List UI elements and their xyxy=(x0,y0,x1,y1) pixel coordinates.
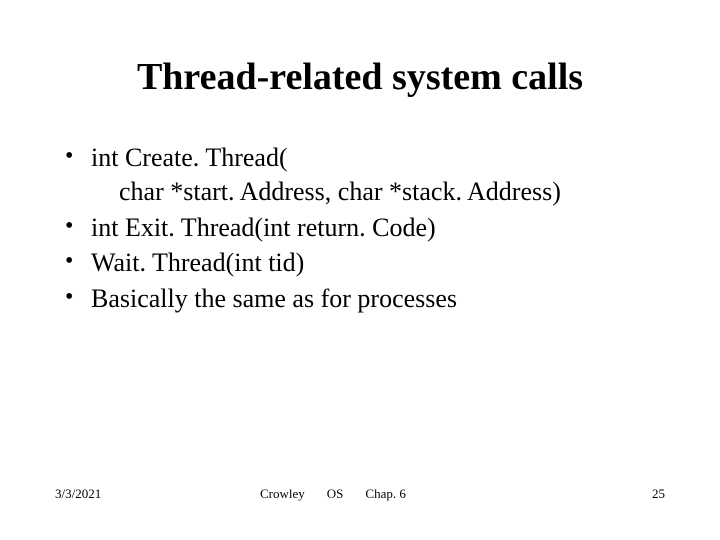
footer-page-number: 25 xyxy=(652,486,665,502)
bullet-text: int Create. Thread( xyxy=(91,143,288,172)
list-item: Wait. Thread(int tid) xyxy=(63,246,665,280)
bullet-text-continuation: char *start. Address, char *stack. Addre… xyxy=(91,175,665,209)
bullet-text: int Exit. Thread(int return. Code) xyxy=(91,213,436,242)
list-item: int Create. Thread( char *start. Address… xyxy=(63,141,665,209)
list-item: Basically the same as for processes xyxy=(63,282,665,316)
footer-chapter: Chap. 6 xyxy=(365,486,405,502)
footer-author: Crowley xyxy=(260,486,305,502)
footer-date: 3/3/2021 xyxy=(55,486,260,502)
footer-course: OS xyxy=(327,486,344,502)
slide: Thread-related system calls int Create. … xyxy=(0,0,720,540)
bullet-text: Wait. Thread(int tid) xyxy=(91,248,304,277)
slide-footer: 3/3/2021 Crowley OS Chap. 6 25 xyxy=(55,486,665,502)
bullet-text: Basically the same as for processes xyxy=(91,284,457,313)
list-item: int Exit. Thread(int return. Code) xyxy=(63,211,665,245)
bullet-list: int Create. Thread( char *start. Address… xyxy=(55,141,665,316)
slide-title: Thread-related system calls xyxy=(55,55,665,99)
